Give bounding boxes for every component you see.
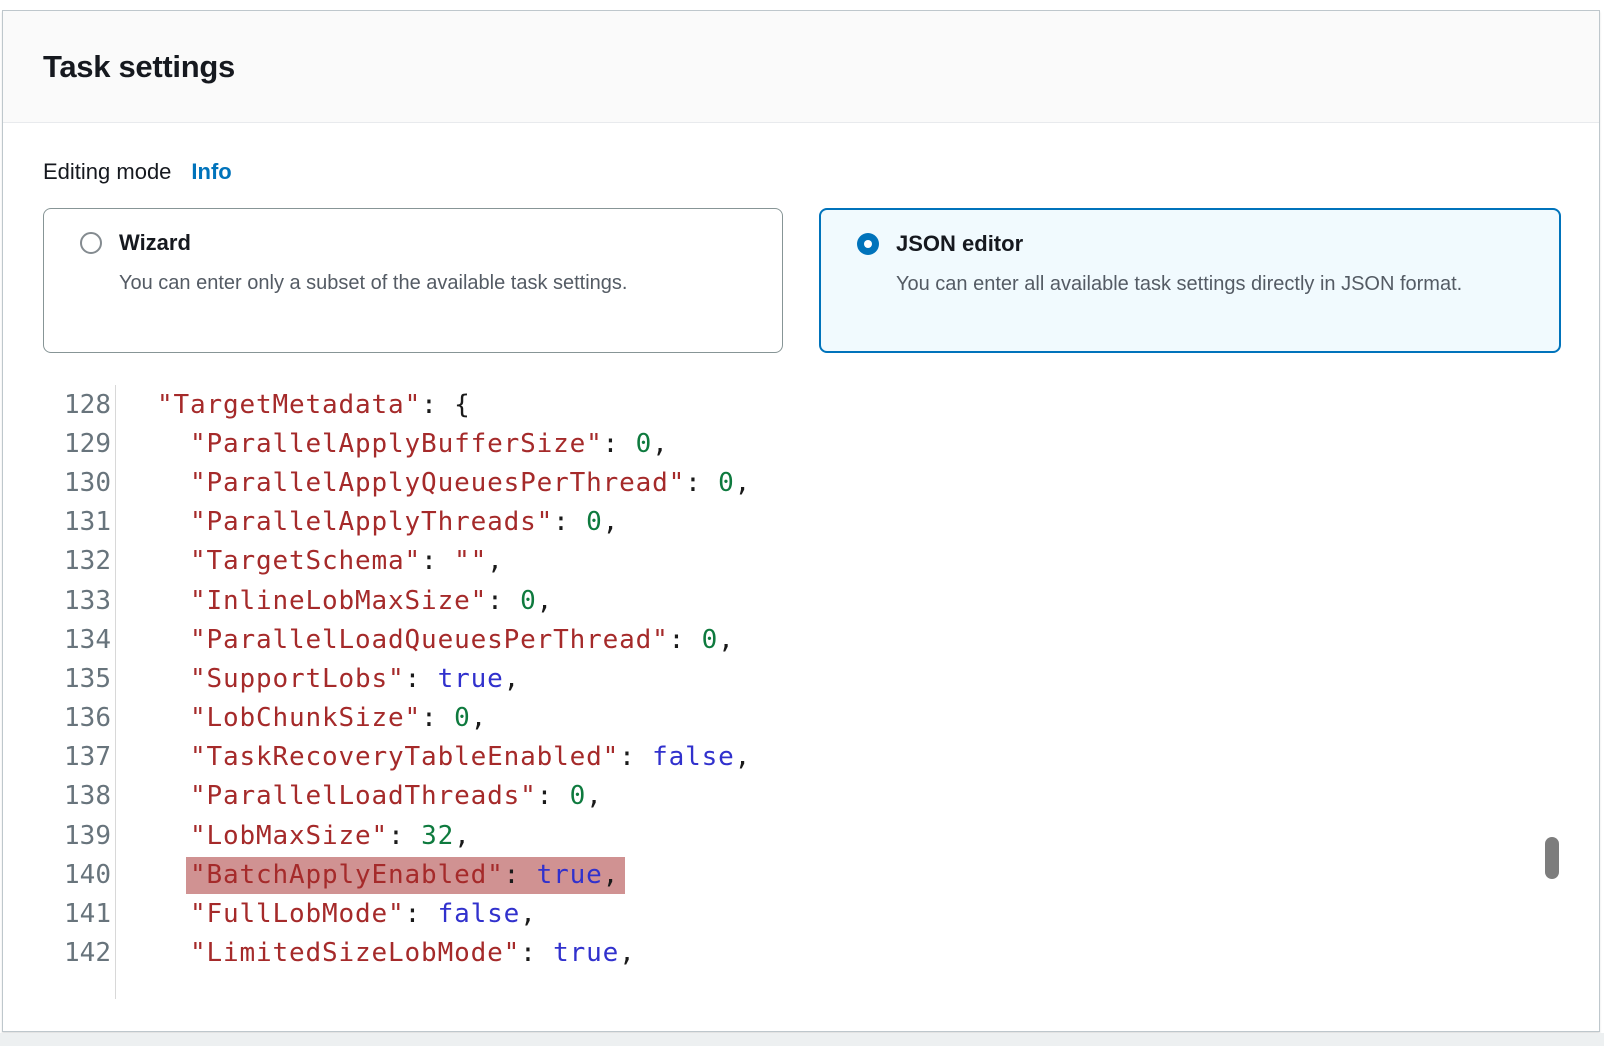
code-line: 133 "InlineLobMaxSize": 0, xyxy=(3,581,1559,620)
editing-mode-row: Editing mode Info xyxy=(43,159,232,185)
line-number: 132 xyxy=(3,546,111,576)
code-line: 135 "SupportLobs": true, xyxy=(3,659,1559,698)
code-line: 141 "FullLobMode": false, xyxy=(3,894,1559,933)
line-number: 129 xyxy=(3,429,111,459)
line-number: 139 xyxy=(3,821,111,851)
json-editor-option-label: JSON editor xyxy=(896,230,1535,258)
line-number: 134 xyxy=(3,625,111,655)
code-editor[interactable]: 128 "TargetMetadata": {129 "ParallelAppl… xyxy=(3,385,1559,973)
code-line: 134 "ParallelLoadQueuesPerThread": 0, xyxy=(3,620,1559,659)
code-line: 129 "ParallelApplyBufferSize": 0, xyxy=(3,424,1559,463)
task-settings-panel: Task settings Editing mode Info Wizard Y… xyxy=(2,10,1600,1032)
wizard-card-content: Wizard You can enter only a subset of th… xyxy=(44,209,782,299)
line-number: 128 xyxy=(3,390,111,420)
info-link[interactable]: Info xyxy=(191,159,231,185)
page-background-strip xyxy=(0,1033,1604,1046)
page-title: Task settings xyxy=(43,49,235,85)
code-line: 132 "TargetSchema": "", xyxy=(3,542,1559,581)
json-card-content: JSON editor You can enter all available … xyxy=(821,210,1559,300)
editing-mode-label: Editing mode xyxy=(43,159,171,185)
code-line: 140 "BatchApplyEnabled": true, xyxy=(3,855,1559,894)
wizard-option-card[interactable]: Wizard You can enter only a subset of th… xyxy=(43,208,783,353)
line-number: 130 xyxy=(3,468,111,498)
code-line: 128 "TargetMetadata": { xyxy=(3,385,1559,424)
scrollbar-thumb[interactable] xyxy=(1545,837,1559,879)
json-editor-option-card[interactable]: JSON editor You can enter all available … xyxy=(819,208,1561,353)
wizard-option-description: You can enter only a subset of the avail… xyxy=(119,267,719,299)
code-line: 136 "LobChunkSize": 0, xyxy=(3,699,1559,738)
line-number: 131 xyxy=(3,507,111,537)
wizard-option-label: Wizard xyxy=(119,229,758,257)
panel-header: Task settings xyxy=(3,11,1599,123)
page: Task settings Editing mode Info Wizard Y… xyxy=(0,0,1604,1046)
code-lines: 128 "TargetMetadata": {129 "ParallelAppl… xyxy=(3,385,1559,973)
line-number: 135 xyxy=(3,664,111,694)
code-line: 130 "ParallelApplyQueuesPerThread": 0, xyxy=(3,463,1559,502)
line-number: 133 xyxy=(3,586,111,616)
highlighted-range: "BatchApplyEnabled": true, xyxy=(186,857,625,894)
code-line: 142 "LimitedSizeLobMode": true, xyxy=(3,934,1559,973)
line-number: 136 xyxy=(3,703,111,733)
line-number: 138 xyxy=(3,781,111,811)
line-number: 141 xyxy=(3,899,111,929)
line-number: 140 xyxy=(3,860,111,890)
json-editor-option-description: You can enter all available task setting… xyxy=(896,268,1496,300)
wizard-radio[interactable] xyxy=(80,232,102,254)
code-line: 137 "TaskRecoveryTableEnabled": false, xyxy=(3,738,1559,777)
line-number: 137 xyxy=(3,742,111,772)
code-line: 131 "ParallelApplyThreads": 0, xyxy=(3,503,1559,542)
json-editor-radio[interactable] xyxy=(857,233,879,255)
code-line: 139 "LobMaxSize": 32, xyxy=(3,816,1559,855)
line-number: 142 xyxy=(3,938,111,968)
code-line: 138 "ParallelLoadThreads": 0, xyxy=(3,777,1559,816)
